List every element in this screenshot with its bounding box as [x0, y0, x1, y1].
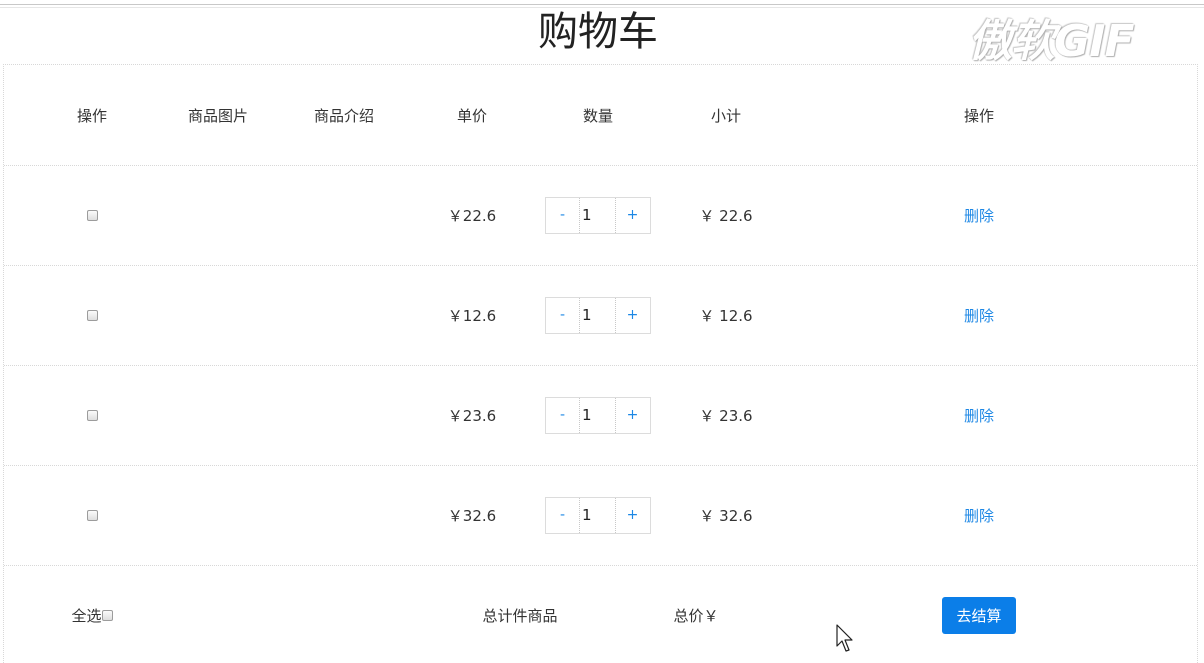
row-select-cell: [28, 165, 156, 265]
row-select-cell: [28, 465, 156, 565]
subtotal: ￥ 32.6: [699, 506, 753, 525]
header-unit-price: 单价: [456, 106, 487, 125]
subtotal: ￥ 12.6: [699, 306, 753, 325]
select-all-cell: 全选: [28, 565, 156, 663]
quantity-input[interactable]: [579, 297, 616, 333]
product-image-cell: [154, 265, 282, 365]
product-image-cell: [154, 365, 282, 465]
top-divider: [0, 4, 1204, 5]
product-intro-cell: [280, 165, 408, 265]
decrement-button[interactable]: -: [546, 297, 579, 333]
select-all-label: 全选: [71, 606, 102, 625]
subtotal: ￥ 23.6: [699, 406, 753, 425]
quantity-input[interactable]: [579, 397, 616, 433]
header-select: 操作: [76, 106, 107, 125]
header-product-image: 商品图片: [187, 106, 248, 125]
product-image-cell: [154, 165, 282, 265]
delete-cell: 删除: [790, 165, 1168, 265]
mouse-cursor-icon: [836, 624, 853, 652]
total-items: 总计件商品: [440, 565, 600, 663]
checkout-button[interactable]: 去结算: [942, 596, 1016, 634]
increment-button[interactable]: +: [616, 397, 649, 433]
product-intro-cell: [280, 365, 408, 465]
increment-button[interactable]: +: [616, 297, 649, 333]
total-price: 总价￥: [632, 565, 760, 663]
table-header-row: 操作 商品图片 商品介绍 单价 数量 小计 操作: [4, 65, 1197, 166]
total-items-label: 总计件商品: [482, 606, 558, 625]
header-product-intro: 商品介绍: [313, 106, 374, 125]
quantity-cell: - +: [534, 165, 662, 265]
row-checkbox[interactable]: [86, 409, 98, 421]
delete-link[interactable]: 删除: [964, 305, 994, 326]
header-action: 操作: [963, 106, 994, 125]
row-checkbox[interactable]: [86, 309, 98, 321]
quantity-input[interactable]: [579, 197, 616, 233]
subtotal: ￥ 22.6: [699, 206, 753, 225]
unit-price: ￥23.6: [447, 406, 497, 425]
row-select-cell: [28, 365, 156, 465]
row-select-cell: [28, 265, 156, 365]
quantity-stepper: - +: [545, 196, 651, 234]
cart-table: 操作 商品图片 商品介绍 单价 数量 小计 操作 ￥22.6 - + ￥: [3, 64, 1198, 663]
delete-link[interactable]: 删除: [964, 205, 994, 226]
row-checkbox[interactable]: [86, 509, 98, 521]
quantity-stepper: - +: [545, 296, 651, 334]
row-checkbox[interactable]: [86, 209, 98, 221]
increment-button[interactable]: +: [616, 197, 649, 233]
increment-button[interactable]: +: [616, 497, 649, 533]
cart-page: 购物车 傲软GIF 操作 商品图片 商品介绍 单价 数量 小计 操作 ￥22.6…: [0, 0, 1204, 663]
cart-footer-row: 全选 总计件商品 总价￥ 去结算: [4, 565, 1197, 663]
total-price-label: 总价￥: [673, 606, 719, 625]
table-row: ￥22.6 - + ￥ 22.6 删除: [4, 165, 1197, 266]
quantity-stepper: - +: [545, 496, 651, 534]
delete-cell: 删除: [790, 365, 1168, 465]
header-quantity: 数量: [582, 106, 613, 125]
table-row: ￥32.6 - + ￥ 32.6 删除: [4, 465, 1197, 566]
product-intro-cell: [280, 465, 408, 565]
product-image-cell: [154, 465, 282, 565]
quantity-input[interactable]: [579, 497, 616, 533]
delete-cell: 删除: [790, 265, 1168, 365]
quantity-stepper: - +: [545, 396, 651, 434]
decrement-button[interactable]: -: [546, 397, 579, 433]
unit-price: ￥12.6: [447, 306, 497, 325]
delete-cell: 删除: [790, 465, 1168, 565]
table-row: ￥12.6 - + ￥ 12.6 删除: [4, 265, 1197, 366]
select-all-checkbox[interactable]: [101, 609, 113, 621]
unit-price: ￥32.6: [447, 506, 497, 525]
delete-link[interactable]: 删除: [964, 405, 994, 426]
product-intro-cell: [280, 265, 408, 365]
watermark-logo: 傲软GIF: [968, 16, 1135, 67]
quantity-cell: - +: [534, 465, 662, 565]
table-row: ￥23.6 - + ￥ 23.6 删除: [4, 365, 1197, 466]
quantity-cell: - +: [534, 265, 662, 365]
delete-link[interactable]: 删除: [964, 505, 994, 526]
decrement-button[interactable]: -: [546, 497, 579, 533]
quantity-cell: - +: [534, 365, 662, 465]
header-subtotal: 小计: [710, 106, 741, 125]
decrement-button[interactable]: -: [546, 197, 579, 233]
unit-price: ￥22.6: [447, 206, 497, 225]
